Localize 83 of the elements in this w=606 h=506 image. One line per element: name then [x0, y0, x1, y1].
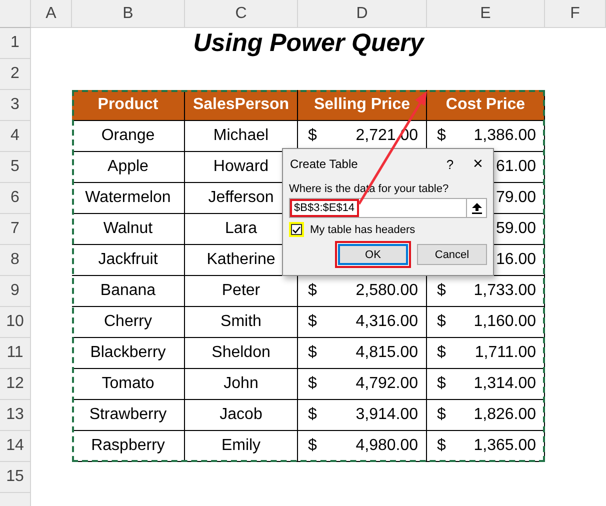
currency-symbol: $: [308, 437, 317, 455]
table-cell: Smith: [185, 307, 298, 338]
currency-symbol: $: [437, 437, 446, 455]
column-header[interactable]: B: [72, 0, 185, 28]
currency-symbol: $: [437, 375, 446, 393]
row-header-background: [0, 493, 31, 506]
row-header[interactable]: 11: [0, 338, 31, 369]
amount-text: 1,711.00: [474, 344, 536, 362]
row-header[interactable]: 9: [0, 276, 31, 307]
currency-symbol: $: [437, 406, 446, 424]
currency-symbol: $: [437, 127, 446, 145]
row-header[interactable]: 5: [0, 152, 31, 183]
column-header[interactable]: E: [427, 0, 545, 28]
currency-symbol: $: [308, 344, 317, 362]
table-cell: Apple: [72, 152, 185, 183]
table-cell: Raspberry: [72, 431, 185, 462]
row-header[interactable]: 3: [0, 90, 31, 121]
table-cell: Blackberry: [72, 338, 185, 369]
column-header[interactable]: F: [545, 0, 606, 28]
table-cell: Banana: [72, 276, 185, 307]
amount-text: 79.00: [496, 189, 536, 207]
close-button[interactable]: ×: [463, 154, 493, 174]
amount-text: 4,792.00: [356, 375, 418, 393]
amount-text: 1,386.00: [474, 127, 536, 145]
row-header[interactable]: 7: [0, 214, 31, 245]
row-header[interactable]: 14: [0, 431, 31, 462]
currency-symbol: $: [437, 313, 446, 331]
range-input-field[interactable]: $B$3:$E$14: [289, 198, 467, 218]
currency-symbol: $: [437, 344, 446, 362]
table-cell: Emily: [185, 431, 298, 462]
column-header[interactable]: D: [298, 0, 427, 28]
table-cell: Sheldon: [185, 338, 298, 369]
dialog-button[interactable]: Cancel: [417, 244, 487, 265]
currency-symbol: $: [308, 375, 317, 393]
amount-text: 16.00: [496, 251, 536, 269]
table-header-cell: SalesPerson: [185, 90, 298, 121]
table-cell: Watermelon: [72, 183, 185, 214]
table-cell: Orange: [72, 121, 185, 152]
row-header[interactable]: 6: [0, 183, 31, 214]
row-header[interactable]: 1: [0, 28, 31, 59]
currency-symbol: $: [308, 406, 317, 424]
checkbox-label: My table has headers: [310, 224, 416, 236]
currency-symbol: $: [308, 127, 317, 145]
amount-text: 4,815.00: [356, 344, 418, 362]
upload-arrow-icon: [472, 202, 482, 214]
help-button[interactable]: ?: [437, 156, 463, 172]
sheet-title: Using Power Query: [192, 28, 426, 59]
amount-text: 61.00: [496, 158, 536, 176]
row-header[interactable]: 15: [0, 462, 31, 493]
amount-text: 1,160.00: [474, 313, 536, 331]
dialog-button[interactable]: OK: [338, 244, 408, 265]
row-header[interactable]: 8: [0, 245, 31, 276]
table-cell: Jackfruit: [72, 245, 185, 276]
table-cell: Tomato: [72, 369, 185, 400]
row-header[interactable]: 13: [0, 400, 31, 431]
row-header[interactable]: 10: [0, 307, 31, 338]
amount-text: 1,314.00: [474, 375, 536, 393]
currency-symbol: $: [308, 282, 317, 300]
amount-text: 59.00: [496, 220, 536, 238]
table-cell: Jacob: [185, 400, 298, 431]
collapse-dialog-button[interactable]: [467, 198, 487, 218]
row-header[interactable]: 12: [0, 369, 31, 400]
table-cell: Walnut: [72, 214, 185, 245]
table-cell: Strawberry: [72, 400, 185, 431]
table-header-cell: Selling Price: [298, 90, 427, 121]
amount-text: 3,914.00: [356, 406, 418, 424]
table-cell: John: [185, 369, 298, 400]
amount-text: 4,316.00: [356, 313, 418, 331]
column-header[interactable]: C: [185, 0, 298, 28]
amount-text: 1,826.00: [474, 406, 536, 424]
headers-checkbox[interactable]: [291, 224, 302, 235]
table-header-cell: Cost Price: [427, 90, 545, 121]
amount-text: 2,580.00: [356, 282, 418, 300]
row-header[interactable]: 4: [0, 121, 31, 152]
row-header[interactable]: 2: [0, 59, 31, 90]
amount-text: 1,365.00: [474, 437, 536, 455]
table-cell: Cherry: [72, 307, 185, 338]
currency-symbol: $: [308, 313, 317, 331]
column-header[interactable]: A: [31, 0, 72, 28]
amount-text: 1,733.00: [474, 282, 536, 300]
currency-symbol: $: [437, 282, 446, 300]
table-header-cell: Product: [72, 90, 185, 121]
amount-text: 4,980.00: [356, 437, 418, 455]
